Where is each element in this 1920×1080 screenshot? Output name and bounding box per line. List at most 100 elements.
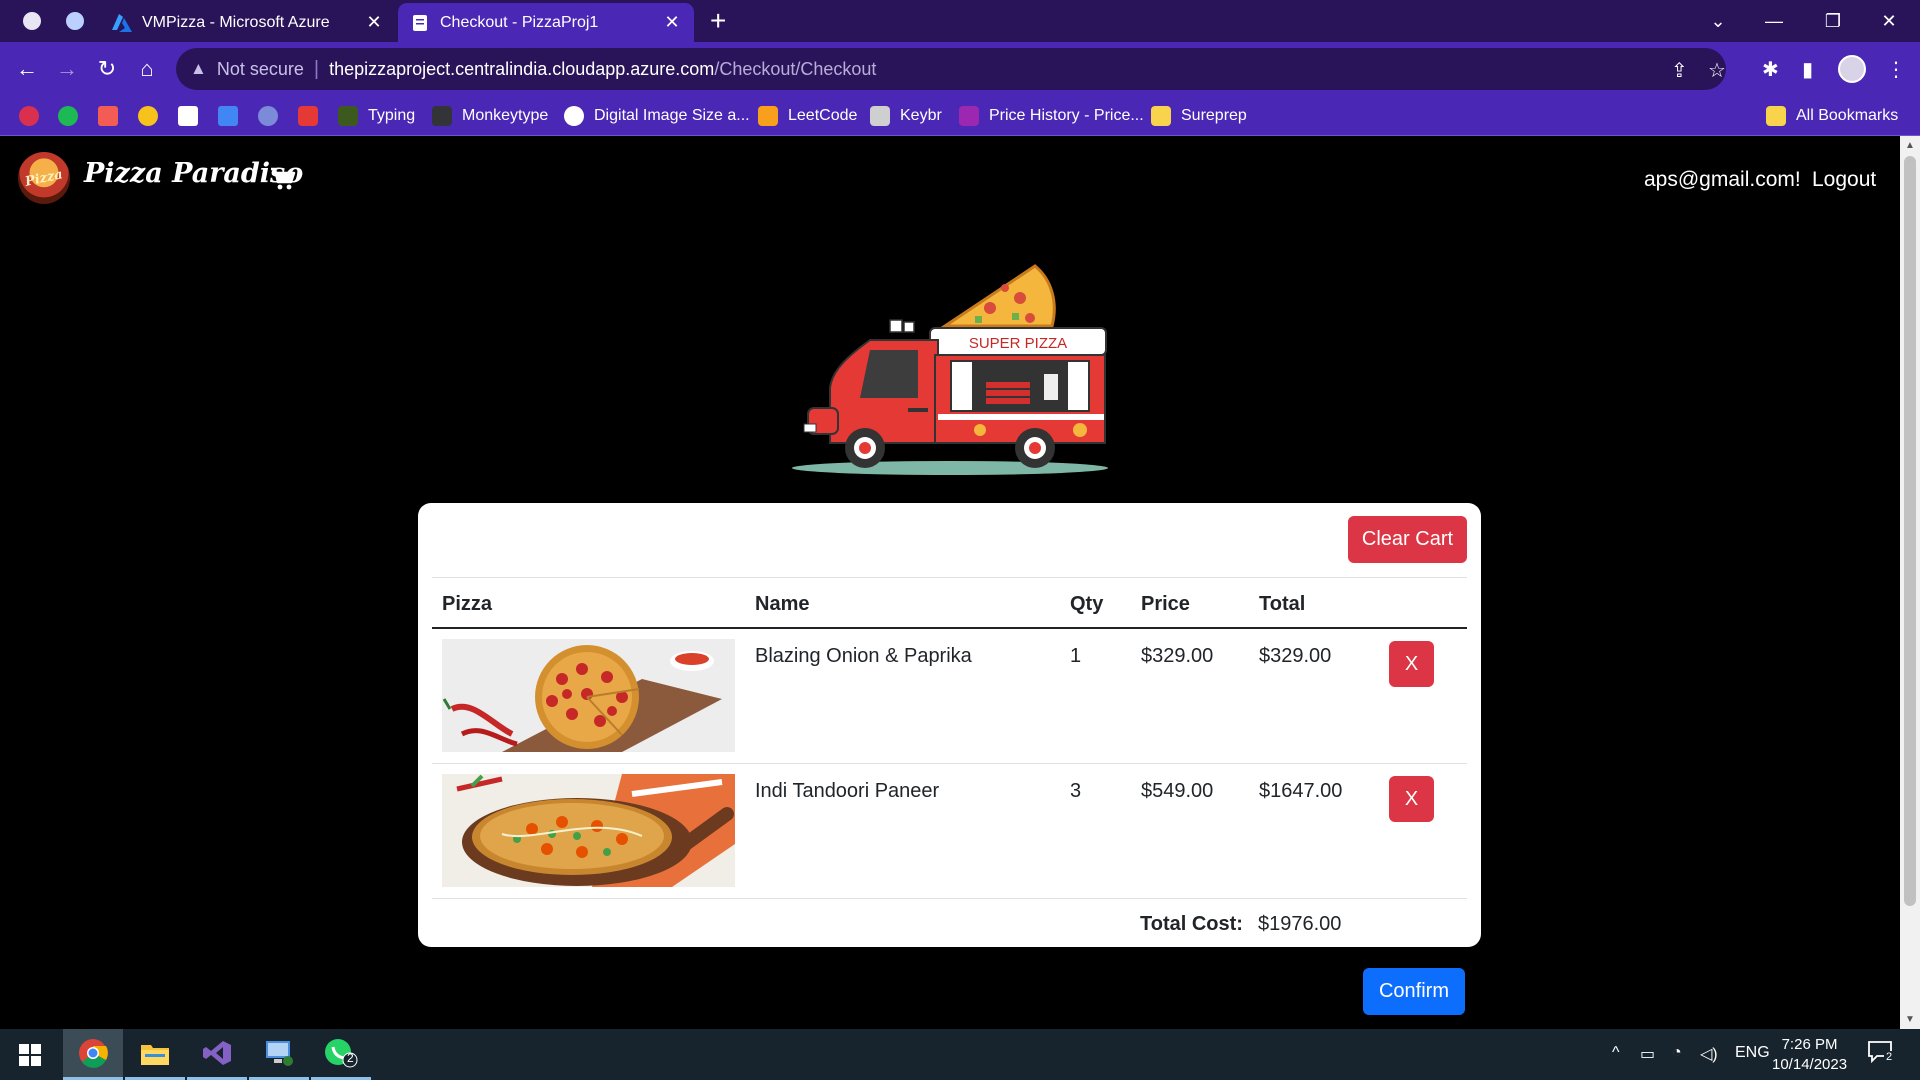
battery-icon[interactable]: ▭ xyxy=(1640,1044,1655,1064)
amazon-bookmark-icon[interactable] xyxy=(178,106,198,126)
address-bar[interactable]: ▲ Not secure | thepizzaproject.centralin… xyxy=(176,48,1726,90)
item-price: $549.00 xyxy=(1141,780,1214,802)
pizza-image-blazing-onion xyxy=(442,639,735,752)
flipkart-bookmark-icon[interactable] xyxy=(138,106,158,126)
user-email[interactable]: aps@gmail.com! xyxy=(1644,168,1801,192)
reload-icon[interactable]: ↻ xyxy=(92,54,122,84)
page-scrollbar[interactable]: ▲ ▼ xyxy=(1900,136,1920,1029)
extensions-puzzle-icon[interactable]: ✱ xyxy=(1762,57,1779,82)
gmail-bookmark-icon[interactable] xyxy=(298,106,318,126)
leetcode-icon xyxy=(758,106,778,126)
scroll-down-arrow-icon[interactable]: ▼ xyxy=(1905,1014,1915,1025)
bookmark-digital-image-size[interactable]: Digital Image Size a... xyxy=(564,106,750,126)
tab-vmpizza[interactable]: VMPizza - Microsoft Azure ✕ xyxy=(100,3,396,42)
droplet-bookmark-icon[interactable] xyxy=(258,106,278,126)
item-total: $329.00 xyxy=(1259,645,1332,667)
security-label: Not secure xyxy=(216,58,304,79)
bookmark-sureprep[interactable]: Sureprep xyxy=(1151,106,1247,126)
bookmark-monkeytype[interactable]: Monkeytype xyxy=(432,106,548,126)
cart-table: Pizza Name Qty Price Total Blazing Onion… xyxy=(432,577,1467,951)
scrollbar-thumb[interactable] xyxy=(1904,156,1916,906)
all-bookmarks[interactable]: All Bookmarks xyxy=(1766,106,1898,126)
scroll-up-arrow-icon[interactable]: ▲ xyxy=(1905,140,1915,151)
store-bookmark-icon[interactable] xyxy=(98,106,118,126)
clear-cart-button[interactable]: Clear Cart xyxy=(1348,516,1467,563)
bookmark-typing[interactable]: Typing xyxy=(338,106,415,126)
tab-search-dot[interactable] xyxy=(66,12,84,30)
item-total: $1647.00 xyxy=(1259,780,1343,802)
bookmark-label: Typing xyxy=(368,107,416,124)
calendar-bookmark-icon[interactable] xyxy=(218,106,238,126)
whatsapp-icon[interactable]: 2 xyxy=(311,1029,371,1080)
clock-time: 7:26 PM xyxy=(1781,1036,1838,1053)
windows-start-icon[interactable] xyxy=(0,1029,60,1080)
side-panel-icon[interactable]: ▮ xyxy=(1802,57,1813,82)
forward-arrow-icon[interactable]: → xyxy=(52,54,82,84)
pizza-image-tandoori-paneer xyxy=(442,774,735,887)
remote-desktop-icon[interactable] xyxy=(249,1029,309,1080)
file-explorer-icon[interactable] xyxy=(125,1029,185,1080)
notification-center-icon[interactable]: 2 xyxy=(1868,1041,1896,1067)
site-navbar: Pizza Pizza Paradiso aps@gmail.com! Logo… xyxy=(0,136,1900,218)
bookmark-star-icon[interactable]: ☆ xyxy=(1708,58,1726,83)
bookmark-leetcode[interactable]: LeetCode xyxy=(758,106,857,126)
bookmark-label: Keybr xyxy=(900,107,942,124)
bookmark-label: Sureprep xyxy=(1181,107,1247,124)
azure-icon xyxy=(112,13,132,33)
item-qty: 3 xyxy=(1070,780,1082,802)
system-clock[interactable]: 7:26 PM 10/14/2023 xyxy=(1772,1035,1847,1075)
shopping-cart-icon[interactable] xyxy=(270,166,296,192)
tab-list-chevron-icon[interactable]: ⌄ xyxy=(1695,6,1741,36)
clock-date: 10/14/2023 xyxy=(1772,1056,1848,1073)
confirm-button[interactable]: Confirm xyxy=(1363,968,1465,1015)
window-menu-dot[interactable] xyxy=(23,12,41,30)
share-icon[interactable]: ⇪ xyxy=(1671,58,1688,83)
profile-avatar[interactable] xyxy=(1838,55,1866,83)
table-header: Pizza Name Qty Price Total xyxy=(432,577,1467,629)
new-tab-button[interactable]: + xyxy=(710,6,726,36)
truck-sign-text: SUPER PIZZA xyxy=(969,335,1067,352)
browser-toolbar: ← → ↻ ⌂ ▲ Not secure | thepizzaproject.c… xyxy=(0,42,1920,96)
volume-icon[interactable]: ◁) xyxy=(1700,1044,1718,1064)
minimize-icon[interactable]: — xyxy=(1751,6,1797,36)
tab-title: VMPizza - Microsoft Azure xyxy=(142,13,330,31)
remove-item-button[interactable]: X xyxy=(1389,776,1434,822)
pizza-logo[interactable]: Pizza xyxy=(18,152,70,204)
close-window-icon[interactable]: ✕ xyxy=(1866,6,1912,36)
folder-icon xyxy=(1766,106,1786,126)
notification-count: 2 xyxy=(1884,1051,1895,1063)
whatsapp-badge: 2 xyxy=(347,1051,354,1065)
header-qty: Qty xyxy=(1070,593,1104,615)
chrome-taskbar-icon[interactable] xyxy=(63,1029,123,1080)
warning-triangle-icon: ▲ xyxy=(190,59,207,78)
address-divider: | xyxy=(313,57,320,80)
page-viewport: Pizza Pizza Paradiso aps@gmail.com! Logo… xyxy=(0,136,1900,1029)
bookmark-keybr[interactable]: Keybr xyxy=(870,106,942,126)
total-cost-value: $1976.00 xyxy=(1258,913,1342,935)
close-tab-icon[interactable]: ✕ xyxy=(662,12,682,33)
back-arrow-icon[interactable]: ← xyxy=(12,54,42,84)
kebab-menu-icon[interactable]: ⋮ xyxy=(1886,57,1906,82)
tab-title: Checkout - PizzaProj1 xyxy=(440,13,599,31)
header-total: Total xyxy=(1259,593,1306,615)
show-hidden-icons-chevron-icon[interactable]: ^ xyxy=(1612,1044,1620,1062)
bookmark-price-history[interactable]: Price History - Price... xyxy=(959,106,1144,126)
total-cost-label: Total Cost: xyxy=(1140,913,1243,935)
home-icon[interactable]: ⌂ xyxy=(132,54,162,84)
input-language[interactable]: ENG xyxy=(1735,1044,1770,1062)
cart-card: Clear Cart Pizza Name Qty Price Total Bl… xyxy=(418,503,1481,947)
logout-link[interactable]: Logout xyxy=(1812,168,1876,192)
spotify-bookmark-icon[interactable] xyxy=(58,106,78,126)
browser-tab-strip: VMPizza - Microsoft Azure ✕ Checkout - P… xyxy=(0,0,1920,42)
bookmark-label: LeetCode xyxy=(788,107,858,124)
bookmark-label: Price History - Price... xyxy=(989,107,1144,124)
pizza-truck-illustration: SUPER PIZZA xyxy=(792,264,1108,475)
wifi-icon[interactable]: ◔ xyxy=(1672,1044,1682,1062)
visual-studio-icon[interactable] xyxy=(187,1029,247,1080)
remove-item-button[interactable]: X xyxy=(1389,641,1434,687)
item-name: Indi Tandoori Paneer xyxy=(755,780,940,802)
restore-icon[interactable]: ❐ xyxy=(1810,6,1856,36)
close-tab-icon[interactable]: ✕ xyxy=(364,12,384,33)
speedometer-bookmark-icon[interactable] xyxy=(19,106,39,126)
tab-checkout[interactable]: Checkout - PizzaProj1 ✕ xyxy=(398,3,694,42)
